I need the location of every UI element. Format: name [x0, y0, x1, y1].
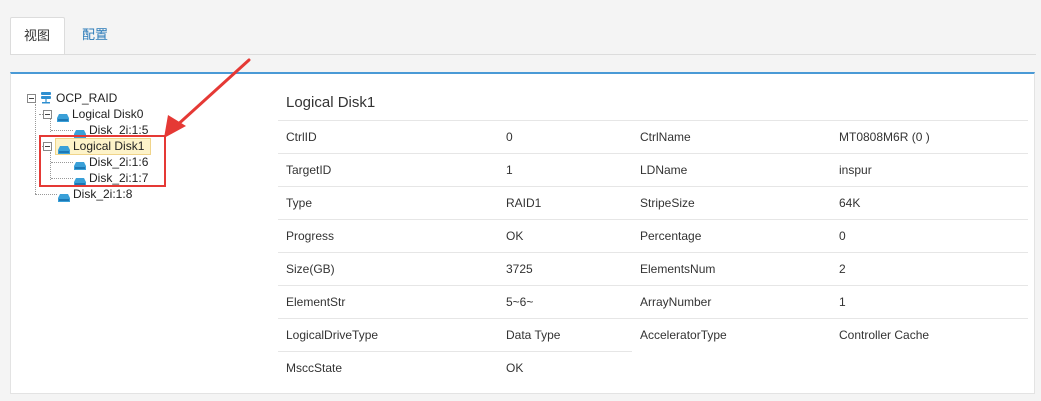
field-label: ElementStr: [278, 285, 498, 318]
field-label: CtrlName: [632, 120, 831, 153]
disk-icon: [58, 190, 70, 206]
tree-item-label: Disk_2i:1:8: [73, 187, 133, 201]
field-label: CtrlID: [278, 120, 498, 153]
server-icon: [40, 91, 52, 108]
disk-icon: [57, 110, 69, 126]
tree-item-label: Logical Disk0: [72, 107, 144, 121]
tree-connector: [35, 194, 57, 195]
field-label: Size(GB): [278, 252, 498, 285]
field-label: LogicalDriveType: [278, 318, 498, 351]
field-label: Percentage: [632, 219, 831, 252]
field-value: 2: [831, 252, 1028, 285]
field-label: ElementsNum: [632, 252, 831, 285]
field-value: MT0808M6R (0 ): [831, 120, 1028, 153]
field-label: ArrayNumber: [632, 285, 831, 318]
content-panel: OCP_RAID Logical Disk0 Disk_2i:1:5 Logic…: [10, 72, 1035, 394]
annotation-box: [39, 135, 166, 187]
tree-connector: [35, 104, 36, 194]
field-value: 0: [498, 120, 632, 153]
collapse-icon[interactable]: [27, 94, 36, 103]
field-value: RAID1: [498, 186, 632, 219]
tree-connector: [51, 130, 73, 131]
details-title: Logical Disk1: [286, 94, 376, 111]
field-value: Data Type: [498, 318, 632, 351]
field-label: Progress: [278, 219, 498, 252]
field-label: AcceleratorType: [632, 318, 831, 351]
field-value: 5~6~: [498, 285, 632, 318]
field-value: 0: [831, 219, 1028, 252]
field-value: 64K: [831, 186, 1028, 219]
tab-config[interactable]: 配置: [69, 17, 121, 55]
raid-tree: OCP_RAID Logical Disk0 Disk_2i:1:5 Logic…: [11, 74, 271, 394]
tab-bar: 视图 配置: [0, 0, 1041, 55]
field-value: 1: [831, 285, 1028, 318]
collapse-icon[interactable]: [43, 110, 52, 119]
tab-divider: [10, 54, 1036, 55]
tree-root-label: OCP_RAID: [56, 91, 118, 105]
field-value: OK: [498, 219, 632, 252]
field-value: 3725: [498, 252, 632, 285]
tab-view[interactable]: 视图: [10, 17, 65, 55]
field-label: MsccState: [278, 351, 498, 384]
field-value: 1: [498, 153, 632, 186]
field-label: TargetID: [278, 153, 498, 186]
field-label: StripeSize: [632, 186, 831, 219]
field-value: OK: [498, 351, 632, 384]
field-label: Type: [278, 186, 498, 219]
field-value: inspur: [831, 153, 1028, 186]
field-value: Controller Cache: [831, 318, 1028, 351]
field-label: LDName: [632, 153, 831, 186]
